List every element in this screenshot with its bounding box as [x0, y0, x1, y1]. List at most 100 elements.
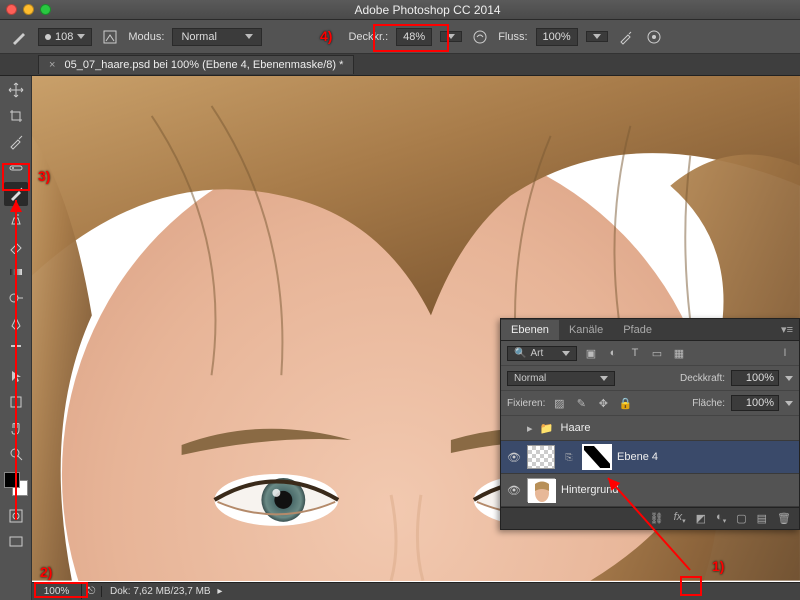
- layer-opacity-stepper[interactable]: [785, 376, 793, 381]
- lock-transparency-icon[interactable]: ▨: [551, 395, 567, 411]
- brush-size-picker[interactable]: 108: [38, 28, 92, 46]
- share-icon[interactable]: ⎋: [82, 586, 102, 597]
- airbrush-icon[interactable]: [616, 27, 636, 47]
- layers-panel: Ebenen Kanäle Pfade ▾≡ 🔍 Art ▣ ◐ T ▭ ▦ ⏽…: [500, 318, 800, 530]
- eyedropper-tool[interactable]: [4, 130, 28, 154]
- foreground-color-swatch[interactable]: [4, 472, 20, 488]
- hand-tool[interactable]: [4, 416, 28, 440]
- flow-value: 100%: [543, 31, 571, 43]
- layer-list: ▸ 📁 Haare 👁 ⎘ Ebene 4 👁 Hintergrund: [501, 416, 799, 507]
- gradient-tool[interactable]: [4, 260, 28, 284]
- blend-mode-select[interactable]: Normal: [172, 28, 262, 46]
- tab-layers[interactable]: Ebenen: [501, 320, 559, 340]
- layer-blend-select[interactable]: Normal: [507, 371, 615, 386]
- opacity-stepper[interactable]: [440, 31, 462, 42]
- opacity-value: 48%: [403, 31, 425, 43]
- layer-filter-row: 🔍 Art ▣ ◐ T ▭ ▦ ⏽: [501, 341, 799, 366]
- flow-stepper[interactable]: [586, 31, 608, 42]
- lock-image-icon[interactable]: ✎: [573, 395, 589, 411]
- layer-fill-stepper[interactable]: [785, 401, 793, 406]
- filter-shape-icon[interactable]: ▭: [649, 345, 665, 361]
- folder-icon: 📁: [539, 420, 555, 436]
- healing-brush-tool[interactable]: [4, 156, 28, 180]
- add-mask-icon[interactable]: ◩: [696, 512, 706, 525]
- new-group-icon[interactable]: ▢: [736, 512, 746, 525]
- minimize-window-button[interactable]: [23, 4, 34, 15]
- layer-name[interactable]: Hintergrund: [561, 484, 618, 496]
- layer-fill-field[interactable]: 100%: [731, 395, 779, 411]
- zoom-window-button[interactable]: [40, 4, 51, 15]
- new-layer-icon[interactable]: ▤: [757, 512, 767, 525]
- crop-tool[interactable]: [4, 104, 28, 128]
- lock-label: Fixieren:: [507, 398, 545, 409]
- window-titlebar: Adobe Photoshop CC 2014: [0, 0, 800, 20]
- visibility-toggle[interactable]: 👁: [507, 484, 521, 497]
- blend-opacity-row: Normal Deckkraft: 100%: [501, 366, 799, 391]
- mask-link-icon[interactable]: ⎘: [561, 449, 577, 465]
- shape-tool[interactable]: [4, 390, 28, 414]
- tab-channels[interactable]: Kanäle: [559, 320, 613, 340]
- document-info[interactable]: Dok: 7,62 MB/23,7 MB ▸: [102, 586, 230, 597]
- tab-close-icon[interactable]: ×: [49, 59, 55, 71]
- layer-mask-thumbnail[interactable]: [583, 445, 611, 469]
- tools-panel: [0, 76, 32, 600]
- lock-position-icon[interactable]: ✥: [595, 395, 611, 411]
- layer-thumbnail[interactable]: [527, 478, 555, 502]
- selection-tool[interactable]: [4, 364, 28, 388]
- filter-smart-icon[interactable]: ▦: [671, 345, 687, 361]
- panel-menu-icon[interactable]: ▾≡: [775, 323, 799, 336]
- layer-row-group[interactable]: ▸ 📁 Haare: [501, 416, 799, 441]
- tool-preset-icon[interactable]: [10, 27, 30, 47]
- status-bar: 100% ⎋ Dok: 7,62 MB/23,7 MB ▸: [32, 582, 800, 600]
- layer-row-background[interactable]: 👁 Hintergrund: [501, 474, 799, 507]
- tab-title: 05_07_haare.psd bei 100% (Ebene 4, Ebene…: [65, 59, 344, 71]
- pen-tool[interactable]: [4, 312, 28, 336]
- screen-mode-toggle[interactable]: [4, 530, 28, 554]
- lock-all-icon[interactable]: 🔒: [617, 395, 633, 411]
- clone-stamp-tool[interactable]: [4, 208, 28, 232]
- type-tool[interactable]: [4, 338, 28, 362]
- layer-style-icon[interactable]: fx▾: [674, 511, 686, 525]
- layers-footer: ⛓ fx▾ ◩ ◐▾ ▢ ▤ 🗑: [501, 507, 799, 529]
- document-tab[interactable]: × 05_07_haare.psd bei 100% (Ebene 4, Ebe…: [38, 55, 354, 74]
- layer-thumbnail[interactable]: [527, 445, 555, 469]
- close-window-button[interactable]: [6, 4, 17, 15]
- visibility-toggle[interactable]: 👁: [507, 451, 521, 464]
- pressure-size-icon[interactable]: [644, 27, 664, 47]
- opacity-label: Deckkr.:: [348, 31, 388, 43]
- layer-row-masked[interactable]: 👁 ⎘ Ebene 4: [501, 441, 799, 474]
- quick-mask-toggle[interactable]: [4, 504, 28, 528]
- tab-paths[interactable]: Pfade: [613, 320, 662, 340]
- link-layers-icon[interactable]: ⛓: [650, 512, 664, 525]
- pressure-opacity-icon[interactable]: [470, 27, 490, 47]
- filter-type-select[interactable]: 🔍 Art: [507, 346, 577, 361]
- filter-pixel-icon[interactable]: ▣: [583, 345, 599, 361]
- adjustment-layer-icon[interactable]: ◐▾: [716, 511, 726, 525]
- opacity-field[interactable]: 48%: [396, 28, 432, 46]
- brush-size-value: 108: [55, 31, 73, 43]
- lock-fill-row: Fixieren: ▨ ✎ ✥ 🔒 Fläche: 100%: [501, 391, 799, 416]
- move-tool[interactable]: [4, 78, 28, 102]
- filter-type-icon[interactable]: T: [627, 345, 643, 361]
- layer-opacity-label: Deckkraft:: [680, 373, 725, 384]
- blend-mode-label: Modus:: [128, 31, 164, 43]
- layer-name[interactable]: Haare: [561, 422, 591, 434]
- panel-tabs: Ebenen Kanäle Pfade ▾≡: [501, 319, 799, 341]
- zoom-level-field[interactable]: 100%: [32, 584, 82, 599]
- layer-name[interactable]: Ebene 4: [617, 451, 658, 463]
- layer-opacity-field[interactable]: 100%: [731, 370, 779, 386]
- delete-layer-icon[interactable]: 🗑: [777, 512, 791, 525]
- zoom-tool[interactable]: [4, 442, 28, 466]
- color-swatches[interactable]: [4, 472, 28, 496]
- dodge-tool[interactable]: [4, 286, 28, 310]
- app-title: Adobe Photoshop CC 2014: [61, 3, 794, 17]
- disclosure-triangle[interactable]: ▸: [527, 422, 533, 435]
- options-bar: 108 Modus: Normal Deckkr.: 48% Fluss: 10…: [0, 20, 800, 54]
- filter-adjust-icon[interactable]: ◐: [605, 345, 621, 361]
- filter-toggle-switch[interactable]: ⏽: [777, 345, 793, 361]
- eraser-tool[interactable]: [4, 234, 28, 258]
- brush-panel-icon[interactable]: [100, 27, 120, 47]
- brush-tool[interactable]: [4, 182, 28, 206]
- flow-field[interactable]: 100%: [536, 28, 578, 46]
- window-controls: [6, 4, 51, 15]
